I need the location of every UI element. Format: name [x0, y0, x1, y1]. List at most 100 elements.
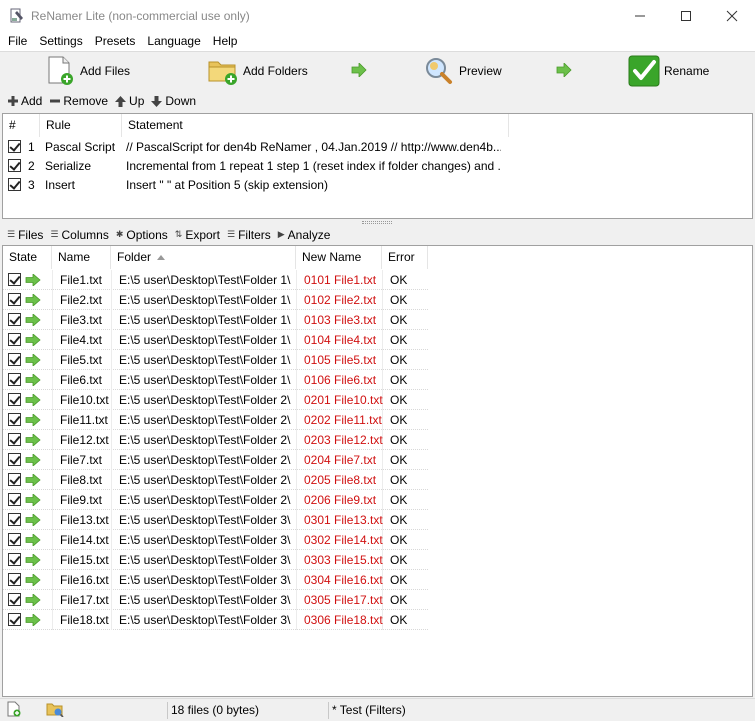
- export-menu-button[interactable]: ⇅ Export: [175, 228, 220, 242]
- analyze-menu-button[interactable]: ▶ Analyze: [278, 228, 331, 242]
- file-checkbox[interactable]: [8, 573, 21, 586]
- column-divider: [296, 290, 297, 310]
- menu-presets[interactable]: Presets: [91, 34, 140, 48]
- rule-checkbox[interactable]: [8, 140, 21, 153]
- remove-rule-button[interactable]: Remove: [49, 94, 108, 108]
- file-row[interactable]: File9.txt E:\5 user\Desktop\Test\Folder 2…: [3, 490, 428, 510]
- file-checkbox[interactable]: [8, 313, 21, 326]
- file-checkbox[interactable]: [8, 413, 21, 426]
- column-divider: [111, 410, 112, 430]
- file-row[interactable]: File13.txt E:\5 user\Desktop\Test\Folder …: [3, 510, 428, 530]
- column-divider: [52, 270, 53, 290]
- column-divider: [296, 310, 297, 330]
- file-checkbox[interactable]: [8, 353, 21, 366]
- file-row[interactable]: File6.txt E:\5 user\Desktop\Test\Folder 1…: [3, 370, 428, 390]
- files-list[interactable]: State Name Folder New Name Error File1.t…: [2, 245, 753, 697]
- column-divider: [52, 370, 53, 390]
- arrow-right-icon: [25, 293, 41, 309]
- file-name: File11.txt: [60, 413, 108, 427]
- move-down-button[interactable]: Down: [151, 94, 196, 108]
- rules-list[interactable]: # Rule Statement 1 Pascal Script // Pasc…: [2, 113, 753, 219]
- rule-checkbox[interactable]: [8, 159, 21, 172]
- file-checkbox[interactable]: [8, 373, 21, 386]
- arrow-right-icon: [25, 373, 41, 389]
- menu-settings[interactable]: Settings: [35, 34, 86, 48]
- add-file-icon[interactable]: [6, 701, 22, 720]
- file-row[interactable]: File12.txt E:\5 user\Desktop\Test\Folder …: [3, 430, 428, 450]
- file-new-name: 0203 File12.txt: [304, 433, 383, 447]
- file-row[interactable]: File1.txt E:\5 user\Desktop\Test\Folder 1…: [3, 270, 428, 290]
- file-checkbox[interactable]: [8, 393, 21, 406]
- files-col-error[interactable]: Error: [382, 246, 428, 269]
- files-menu-label: Files: [18, 227, 44, 242]
- rule-row[interactable]: 2 Serialize Incremental from 1 repeat 1 …: [3, 156, 509, 175]
- close-icon[interactable]: [709, 0, 755, 31]
- column-divider: [111, 390, 112, 410]
- arrow-right-icon: [25, 333, 41, 349]
- options-menu-button[interactable]: ✱ Options: [116, 228, 168, 242]
- file-checkbox[interactable]: [8, 273, 21, 286]
- files-col-state[interactable]: State: [3, 246, 52, 269]
- add-folders-button[interactable]: Add Folders: [207, 52, 308, 89]
- add-files-button[interactable]: Add Files: [46, 52, 130, 89]
- column-divider: [111, 470, 112, 490]
- add-folder-icon[interactable]: [46, 701, 64, 720]
- file-row[interactable]: File3.txt E:\5 user\Desktop\Test\Folder 1…: [3, 310, 428, 330]
- columns-menu-button[interactable]: ☰ Columns: [50, 228, 108, 242]
- file-row[interactable]: File14.txt E:\5 user\Desktop\Test\Folder …: [3, 530, 428, 550]
- filters-menu-button[interactable]: ☰ Filters: [227, 228, 271, 242]
- rename-button[interactable]: Rename: [628, 52, 709, 89]
- rule-row[interactable]: 1 Pascal Script // PascalScript for den4…: [3, 137, 509, 156]
- rule-checkbox[interactable]: [8, 178, 21, 191]
- preview-button[interactable]: Preview: [423, 52, 502, 89]
- files-col-folder[interactable]: Folder: [111, 246, 296, 269]
- column-divider: [111, 510, 112, 530]
- file-new-name: 0104 File4.txt: [304, 333, 377, 347]
- minimize-icon[interactable]: [617, 0, 663, 31]
- file-folder: E:\5 user\Desktop\Test\Folder 2\: [119, 473, 291, 487]
- file-checkbox[interactable]: [8, 333, 21, 346]
- file-row[interactable]: File5.txt E:\5 user\Desktop\Test\Folder 1…: [3, 350, 428, 370]
- menu-language[interactable]: Language: [143, 34, 204, 48]
- file-checkbox[interactable]: [8, 513, 21, 526]
- column-divider: [296, 350, 297, 370]
- app-icon[interactable]: [9, 8, 25, 24]
- file-row[interactable]: File16.txt E:\5 user\Desktop\Test\Folder …: [3, 570, 428, 590]
- files-menu-button[interactable]: ☰ Files: [7, 228, 43, 242]
- file-row[interactable]: File4.txt E:\5 user\Desktop\Test\Folder 1…: [3, 330, 428, 350]
- rule-row[interactable]: 3 Insert Insert " " at Position 5 (skip …: [3, 175, 509, 194]
- file-row[interactable]: File11.txt E:\5 user\Desktop\Test\Folder …: [3, 410, 428, 430]
- menu-help[interactable]: Help: [209, 34, 242, 48]
- file-row[interactable]: File10.txt E:\5 user\Desktop\Test\Folder …: [3, 390, 428, 410]
- file-checkbox[interactable]: [8, 593, 21, 606]
- file-checkbox[interactable]: [8, 473, 21, 486]
- file-checkbox[interactable]: [8, 433, 21, 446]
- file-row[interactable]: File8.txt E:\5 user\Desktop\Test\Folder 2…: [3, 470, 428, 490]
- maximize-icon[interactable]: [663, 0, 709, 31]
- file-checkbox[interactable]: [8, 613, 21, 626]
- rules-col-rule[interactable]: Rule: [40, 114, 122, 137]
- column-divider: [52, 570, 53, 590]
- file-checkbox[interactable]: [8, 453, 21, 466]
- menu-file[interactable]: File: [4, 34, 31, 48]
- rules-col-statement[interactable]: Statement: [122, 114, 509, 137]
- file-row[interactable]: File15.txt E:\5 user\Desktop\Test\Folder …: [3, 550, 428, 570]
- files-col-new-name[interactable]: New Name: [296, 246, 382, 269]
- file-row[interactable]: File7.txt E:\5 user\Desktop\Test\Folder 2…: [3, 450, 428, 470]
- column-divider: [52, 530, 53, 550]
- move-up-button[interactable]: Up: [115, 94, 144, 108]
- file-error: OK: [390, 593, 408, 607]
- file-checkbox[interactable]: [8, 533, 21, 546]
- files-col-name[interactable]: Name: [52, 246, 111, 269]
- file-checkbox[interactable]: [8, 493, 21, 506]
- file-row[interactable]: File2.txt E:\5 user\Desktop\Test\Folder 1…: [3, 290, 428, 310]
- rule-number: 2: [28, 158, 35, 173]
- rules-col-number[interactable]: #: [3, 114, 40, 137]
- file-checkbox[interactable]: [8, 553, 21, 566]
- file-row[interactable]: File17.txt E:\5 user\Desktop\Test\Folder …: [3, 590, 428, 610]
- file-checkbox[interactable]: [8, 293, 21, 306]
- column-divider: [382, 370, 383, 390]
- file-new-name: 0201 File10.txt: [304, 393, 383, 407]
- add-rule-button[interactable]: Add: [7, 94, 42, 108]
- file-row[interactable]: File18.txt E:\5 user\Desktop\Test\Folder …: [3, 610, 428, 630]
